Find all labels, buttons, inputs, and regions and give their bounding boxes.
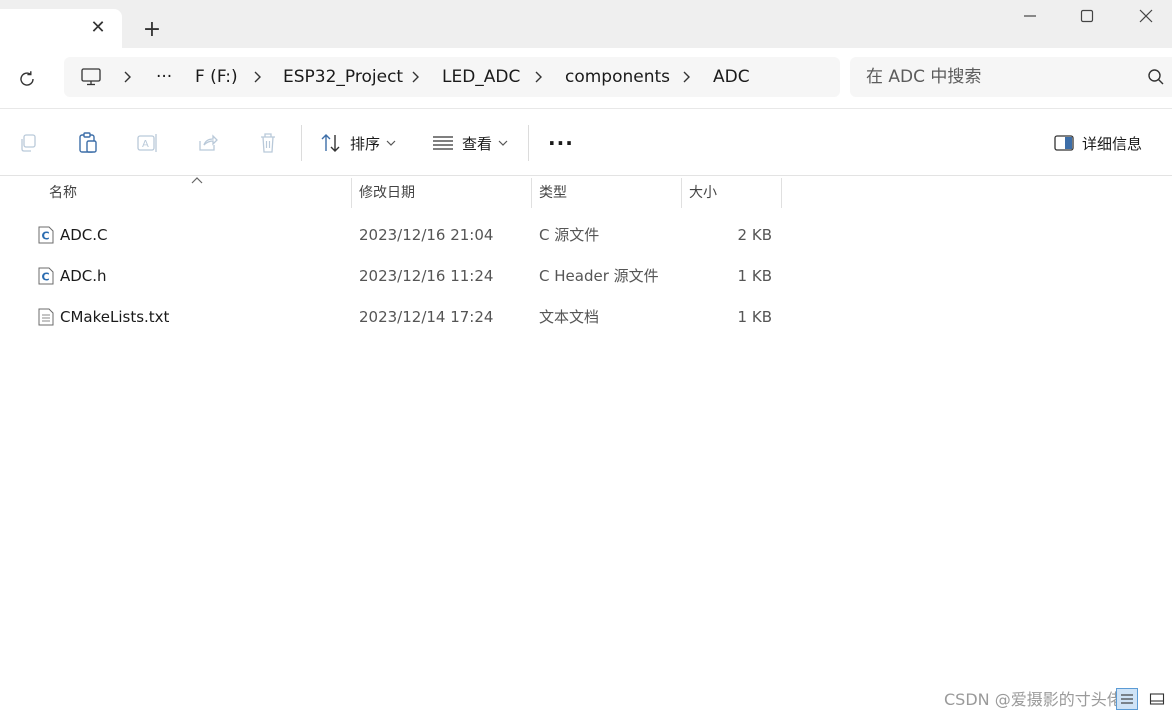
paste-button[interactable]	[76, 131, 100, 155]
copy-icon	[21, 134, 36, 152]
chevron-down-icon	[498, 140, 508, 146]
details-view-toggle[interactable]	[1116, 688, 1138, 710]
c-source-file-icon: C	[38, 226, 54, 244]
column-header-name[interactable]: 名称	[49, 176, 77, 208]
search-input[interactable]	[866, 65, 1126, 89]
this-pc-icon[interactable]	[80, 57, 102, 97]
file-row[interactable]: C ADC.C 2023/12/16 21:04 C 源文件 2 KB	[8, 214, 1172, 255]
column-header-modified[interactable]: 修改日期	[359, 176, 415, 208]
details-pane-button[interactable]: 详细信息	[1054, 127, 1142, 159]
column-divider[interactable]	[781, 178, 782, 208]
file-type: C 源文件	[539, 226, 600, 244]
file-size: 1 KB	[737, 266, 772, 285]
file-modified: 2023/12/14 17:24	[359, 307, 494, 326]
breadcrumb-item-led-adc[interactable]: LED_ADC	[442, 57, 520, 97]
breadcrumb-item-components[interactable]: components	[565, 57, 670, 97]
tiles-view-toggle[interactable]	[1146, 688, 1168, 710]
file-modified: 2023/12/16 21:04	[359, 225, 494, 244]
rename-icon: A	[137, 134, 157, 152]
details-view-icon	[1121, 694, 1133, 704]
details-label: 详细信息	[1082, 134, 1143, 153]
close-icon	[1139, 9, 1153, 23]
breadcrumb-item-esp32-project[interactable]: ESP32_Project	[283, 57, 403, 97]
breadcrumb-item-drive[interactable]: F (F:)	[195, 57, 238, 97]
file-type: C Header 源文件	[539, 267, 659, 285]
share-icon	[199, 134, 218, 151]
file-size: 2 KB	[737, 225, 772, 244]
command-bar: A 排序 查看 ··· 详细信息	[0, 108, 1172, 176]
watermark: CSDN @爱摄影的寸头佬	[944, 690, 1123, 709]
search-box[interactable]	[850, 57, 1172, 97]
column-header-type[interactable]: 类型	[539, 176, 567, 208]
file-name: CMakeLists.txt	[60, 307, 170, 326]
svg-text:C: C	[42, 230, 50, 243]
breadcrumb[interactable]: ··· F (F:) ESP32_Project LED_ADC compone…	[64, 57, 840, 97]
see-more-button[interactable]: ···	[548, 127, 574, 159]
file-name: ADC.C	[60, 225, 108, 244]
chevron-right-icon[interactable]	[410, 57, 420, 97]
sort-button[interactable]: 排序	[320, 127, 396, 159]
chevron-right-icon[interactable]	[252, 57, 262, 97]
file-row[interactable]: C ADC.h 2023/12/16 11:24 C Header 源文件 1 …	[8, 255, 1172, 296]
file-name: ADC.h	[60, 266, 107, 285]
c-header-file-icon: C	[38, 267, 54, 285]
rename-button[interactable]: A	[136, 131, 160, 155]
column-header-size[interactable]: 大小	[689, 176, 717, 208]
copy-button[interactable]	[16, 131, 40, 155]
minimize-button[interactable]	[1015, 4, 1045, 28]
active-tab[interactable]: ✕	[0, 9, 122, 48]
more-icon: ···	[548, 131, 574, 155]
delete-button[interactable]	[256, 131, 280, 155]
title-bar: ✕ +	[0, 0, 1172, 48]
view-button[interactable]: 查看	[432, 127, 508, 159]
column-divider[interactable]	[681, 178, 682, 208]
view-label: 查看	[462, 134, 493, 153]
toolbar-divider	[528, 125, 529, 161]
paste-icon	[79, 132, 97, 153]
close-window-button[interactable]	[1131, 4, 1161, 28]
file-modified: 2023/12/16 11:24	[359, 266, 494, 285]
breadcrumb-overflow[interactable]: ···	[156, 57, 172, 97]
address-bar: ··· F (F:) ESP32_Project LED_ADC compone…	[0, 48, 1172, 108]
file-type: 文本文档	[539, 308, 600, 326]
minimize-icon	[1024, 15, 1036, 17]
toolbar-divider	[301, 125, 302, 161]
file-size: 1 KB	[737, 307, 772, 326]
details-pane-icon	[1054, 135, 1074, 151]
view-list-icon	[433, 136, 453, 150]
file-row[interactable]: CMakeLists.txt 2023/12/14 17:24 文本文档 1 K…	[8, 296, 1172, 337]
tab-close-icon[interactable]: ✕	[88, 17, 108, 38]
svg-text:C: C	[42, 271, 50, 284]
text-file-icon	[38, 308, 54, 326]
search-icon[interactable]	[1146, 67, 1166, 87]
sort-ascending-icon	[191, 177, 203, 184]
refresh-button[interactable]	[14, 66, 40, 92]
chevron-right-icon[interactable]	[681, 57, 691, 97]
maximize-icon	[1080, 9, 1094, 23]
breadcrumb-item-adc[interactable]: ADC	[713, 57, 750, 97]
column-divider[interactable]	[531, 178, 532, 208]
new-tab-button[interactable]: +	[140, 17, 164, 42]
maximize-button[interactable]	[1072, 4, 1102, 28]
sort-icon	[321, 134, 340, 152]
tiles-view-icon	[1149, 693, 1165, 705]
chevron-right-icon[interactable]	[533, 57, 543, 97]
sort-label: 排序	[350, 134, 381, 153]
refresh-icon	[20, 71, 34, 86]
trash-icon	[261, 133, 275, 153]
file-list: 名称 修改日期 类型 大小 C ADC.C 2023/12/16 21:04 C…	[0, 176, 1172, 686]
svg-text:A: A	[142, 139, 149, 150]
chevron-right-icon[interactable]	[122, 57, 132, 97]
column-divider[interactable]	[351, 178, 352, 208]
chevron-down-icon	[386, 140, 396, 146]
share-button[interactable]	[196, 131, 220, 155]
